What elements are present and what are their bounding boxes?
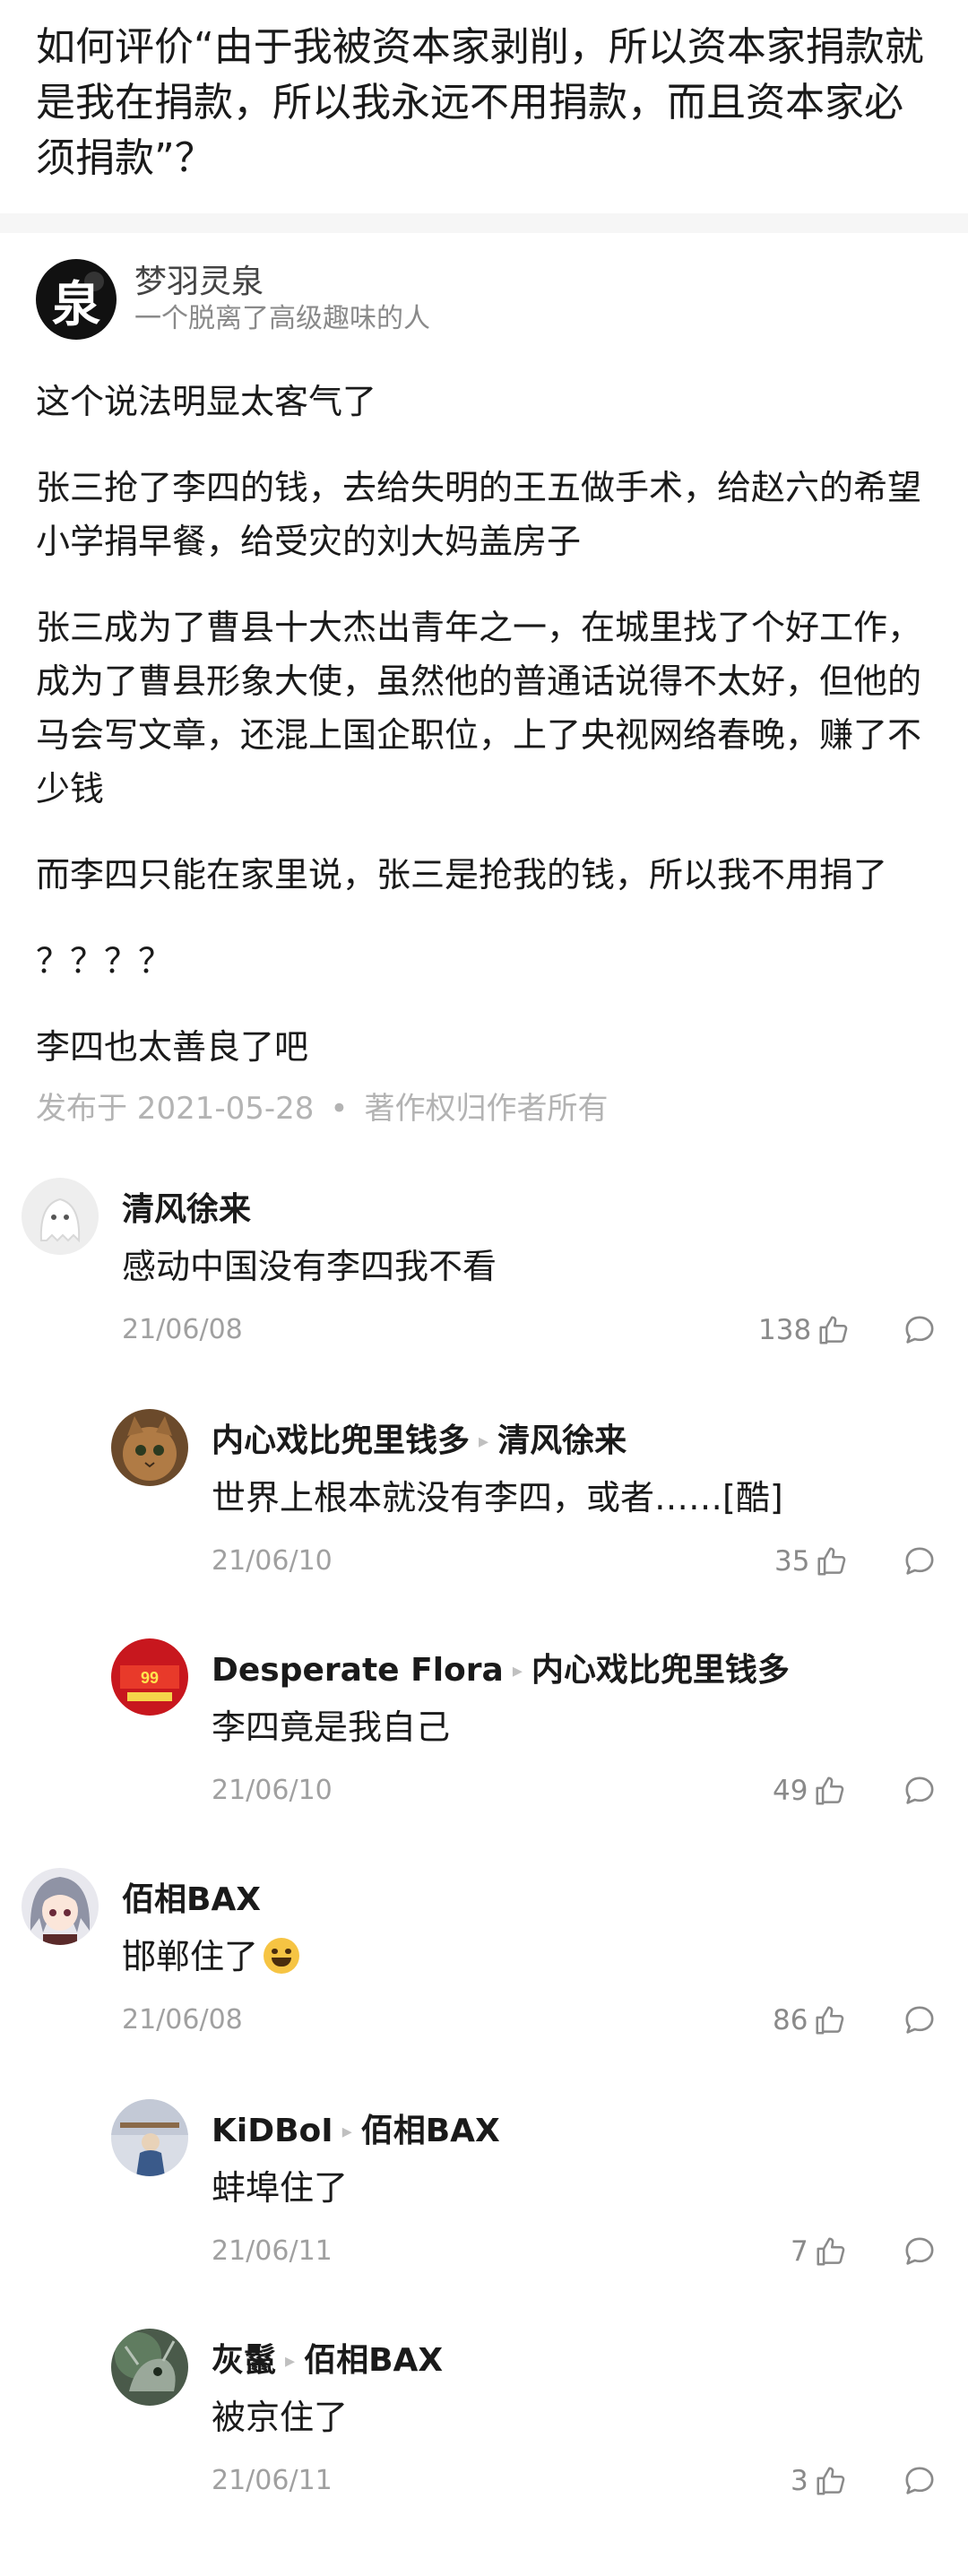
thumb-up-icon [817,2237,845,2266]
like-button[interactable]: 35 [774,1543,849,1579]
red-badge-avatar[interactable]: 99 [111,1638,188,1716]
commenter-name[interactable]: 内心戏比兜里钱多 ▸ 清风徐来 [212,1422,627,1465]
separator-dot: • [330,1091,349,1127]
answer-paragraph: ？？？？ [36,941,173,981]
comment-reply: 99 Desperate Flora ▸ 内心戏比兜里钱多 李四竟是我自己 21/0… [0,1638,968,1870]
comment-bubble-icon[interactable] [902,2002,938,2038]
answer-paragraph: 这个说法明显太客气了 [36,382,377,421]
grinning-sweat-emoji [264,1938,300,1974]
commenter-name[interactable]: 灰鬣 ▸ 佰相BAX [212,2341,443,2385]
comment-text: 被京住了 [212,2398,349,2437]
thumb-up-icon [816,2006,844,2035]
answer-paragraph: 而李四只能在家里说，张三是抢我的钱，所以我不用捐了 [36,855,888,895]
comment-text: 邯郸住了 [122,1934,300,1979]
reply-target-name[interactable]: 佰相BAX [304,2342,443,2379]
commenter-name[interactable]: KiDBoI ▸ 佰相BAX [212,2112,500,2156]
answer-paragraph: 张三抢了李四的钱，去给失明的王五做手术，给赵六的希望小学捐早餐，给受灾的刘大妈盖… [36,468,922,561]
comment-date: 21/06/11 [212,2465,333,2496]
publish-info: 发布于 2021-05-28 • 著作权归作者所有 [36,1086,932,1131]
comment-bubble-icon[interactable] [902,2463,938,2499]
comment: 清风徐来 感动中国没有李四我不看 21/06/08 138 [0,1178,968,1411]
triangle-right-icon: ▸ [479,1431,489,1453]
thumb-up-icon [817,1547,846,1576]
comment-text: 蚌埠住了 [212,2168,349,2208]
commenter-name[interactable]: Desperate Flora ▸ 内心戏比兜里钱多 [212,1651,790,1695]
reply-target-name[interactable]: 清风徐来 [497,1422,627,1459]
comment-date: 21/06/10 [212,1545,333,1577]
like-button[interactable]: 86 [773,2002,847,2038]
like-count: 35 [774,1545,810,1578]
answer: 泉 梦羽灵泉 一个脱离了高级趣味的人 这个说法明显太客气了 张三抢了李四的钱，去… [0,233,968,1131]
hyena-avatar[interactable] [111,2329,188,2406]
comment-date: 21/06/11 [212,2235,333,2267]
like-count: 138 [758,1314,812,1346]
cat-avatar[interactable] [111,1409,188,1486]
comment-text: 世界上根本就没有李四，或者……[酷] [212,1478,783,1517]
comment-date: 21/06/10 [212,1775,333,1806]
svg-text:99: 99 [141,1669,159,1687]
question-title[interactable]: 如何评价“由于我被资本家剥削，所以资本家捐款就是我在捐款，所以我永远不用捐款，而… [36,20,932,186]
author-name[interactable]: 梦羽灵泉 [134,263,430,302]
author-avatar[interactable]: 泉 [36,259,117,340]
triangle-right-icon: ▸ [512,1660,523,1682]
like-button[interactable]: 49 [773,1773,847,1809]
author-row[interactable]: 泉 梦羽灵泉 一个脱离了高级趣味的人 [36,256,932,342]
publish-date: 发布于 2021-05-28 [36,1091,315,1127]
like-button[interactable]: 3 [791,2463,848,2499]
triangle-right-icon: ▸ [285,2350,296,2373]
comment-reply: KiDBoI ▸ 佰相BAX 蚌埠住了 21/06/11 7 [0,2099,968,2330]
comment-date: 21/06/08 [122,1314,243,1345]
anime-avatar[interactable] [22,1868,99,1945]
comment-bubble-icon[interactable] [902,2234,938,2269]
like-count: 7 [791,2235,808,2268]
section-divider [0,213,968,233]
thumb-up-icon [816,1776,844,1805]
comment-text: 李四竟是我自己 [212,1707,451,1747]
ghost-avatar[interactable] [22,1178,99,1255]
commenter-name[interactable]: 佰相BAX [122,1880,261,1920]
comment-bubble-icon[interactable] [902,1773,938,1809]
comment-bubble-icon[interactable] [902,1543,938,1579]
question-header: 如何评价“由于我被资本家剥削，所以资本家捐款就是我在捐款，所以我永远不用捐款，而… [0,0,968,213]
author-bio: 一个脱离了高级趣味的人 [134,303,430,334]
like-count: 49 [773,1775,808,1807]
comment: 佰相BAX 邯郸住了 21/06/08 86 [0,1868,968,2099]
copyright-note: 著作权归作者所有 [364,1091,609,1127]
commenter-name[interactable]: 清风徐来 [122,1190,251,1230]
like-count: 3 [791,2465,808,2497]
like-count: 86 [773,2004,808,2036]
comment-date: 21/06/08 [122,2004,243,2036]
comment-bubble-icon[interactable] [902,1312,938,1348]
answer-paragraph: 李四也太善良了吧 [36,1027,309,1067]
answer-paragraph: 张三成为了曹县十大杰出青年之一，在城里找了个好工作，成为了曹县形象大使，虽然他的… [36,608,922,808]
like-button[interactable]: 7 [791,2234,848,2269]
thumb-up-icon [819,1316,848,1344]
figure-avatar[interactable] [111,2099,188,2176]
comment-list: 清风徐来 感动中国没有李四我不看 21/06/08 138 内心戏比兜里钱多 ▸ 清… [0,1178,968,2576]
like-button[interactable]: 138 [758,1312,851,1348]
comment-reply: 内心戏比兜里钱多 ▸ 清风徐来 世界上根本就没有李四，或者……[酷] 21/06/1… [0,1409,968,1640]
reply-target-name[interactable]: 内心戏比兜里钱多 [532,1652,790,1689]
reply-target-name[interactable]: 佰相BAX [361,2113,500,2149]
thumb-up-icon [817,2467,845,2495]
comment-text: 感动中国没有李四我不看 [122,1247,497,1286]
comment-reply: 灰鬣 ▸ 佰相BAX 被京住了 21/06/11 3 [0,2329,968,2560]
triangle-right-icon: ▸ [341,2121,352,2143]
